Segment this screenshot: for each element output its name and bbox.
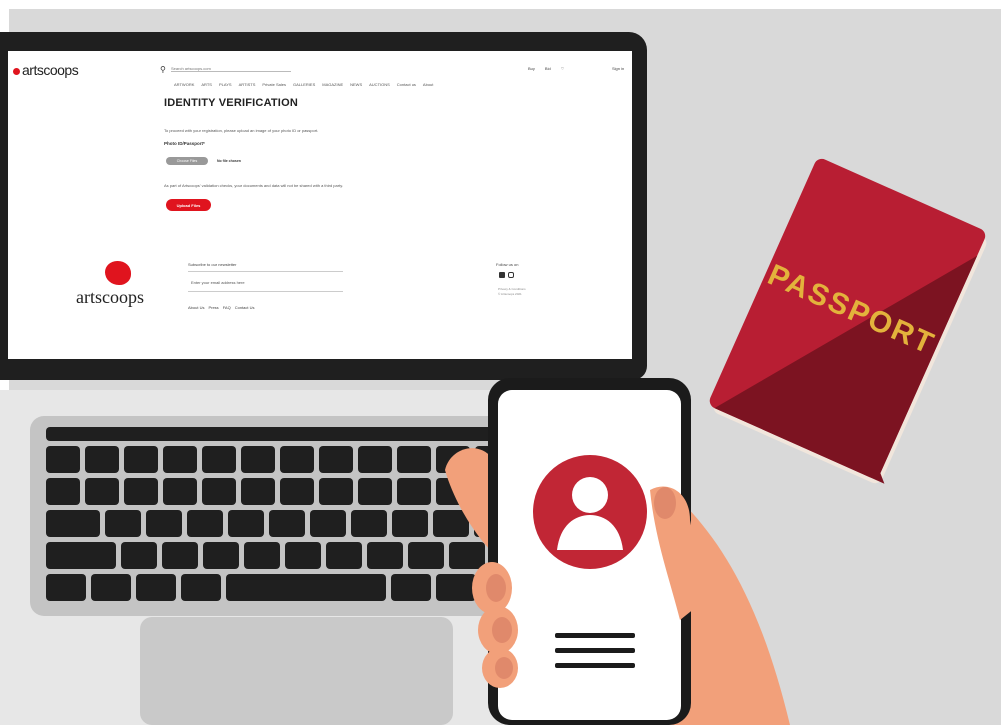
- fingernail: [495, 657, 513, 679]
- fingernail: [654, 487, 676, 519]
- text-line: [555, 663, 635, 668]
- hand-holding-phone: [445, 378, 790, 725]
- fingernail: [492, 617, 512, 643]
- text-line: [555, 648, 635, 653]
- avatar-head: [572, 477, 608, 513]
- fingernail: [486, 574, 506, 602]
- illustration-scene: artscoops ⚲ ARTWORK ARTS PLAYS ARTISTS P…: [0, 0, 1001, 725]
- text-line: [555, 633, 635, 638]
